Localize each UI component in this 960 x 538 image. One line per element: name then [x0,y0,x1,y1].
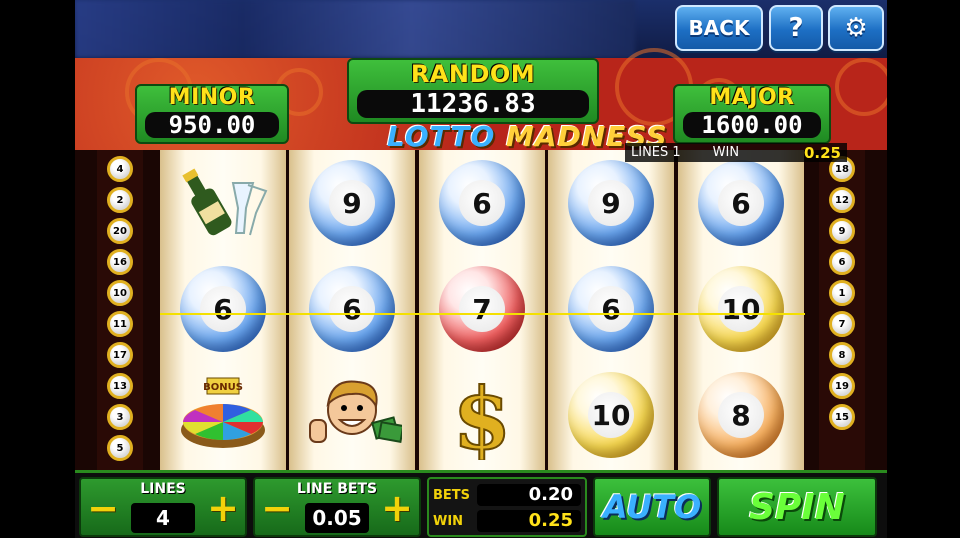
win-row: WIN 0.25 [433,509,581,533]
back-button[interactable]: BACK [675,5,763,51]
linebet-plus-button[interactable]: + [381,489,413,527]
major-jackpot-label: MAJOR [709,85,795,110]
minor-jackpot-value: 950.00 [145,112,279,138]
win-label: WIN [433,513,464,529]
line-indicator-ball: 11 [107,311,133,337]
auto-button[interactable]: AUTO [593,477,711,537]
line-indicator-ball: 7 [829,311,855,337]
slot-game: BACK ? ⚙ MINOR 950.00 RANDOM JACKPOT 112… [75,0,887,538]
lotto-ball-blue: 9 [568,160,654,246]
lotto-ball-yellow: 10 [698,266,784,352]
bet-summary: BETS 0.20 WIN 0.25 [427,477,587,537]
win-strip-value: 0.25 [803,143,841,162]
line-indicator-ball: 15 [829,404,855,430]
line-indicator-ball: 10 [107,280,133,306]
lines-minus-button[interactable]: − [87,489,119,527]
spin-button[interactable]: SPIN [717,477,877,537]
bets-row: BETS 0.20 [433,483,581,507]
blurred-banner [75,0,635,58]
ball-number: 10 [588,392,634,438]
top-bar: BACK ? ⚙ [75,0,887,58]
line-indicator-ball: 12 [829,187,855,213]
help-button[interactable]: ? [769,5,823,51]
minor-jackpot-label: MINOR [168,85,256,110]
bets-value: 0.20 [477,484,581,506]
ball-number: 6 [329,286,375,332]
line-indicator-ball: 2 [107,187,133,213]
ball-number: 6 [459,180,505,226]
lines-label: LINES [140,481,186,497]
ball-number: 7 [459,286,505,332]
ball-number: 9 [588,180,634,226]
reel-4: 9 6 10 [548,150,674,470]
lotto-ball-blue: 6 [698,160,784,246]
win-value: 0.25 [477,510,581,532]
major-jackpot-value: 1600.00 [683,112,821,138]
major-jackpot-panel: MAJOR 1600.00 [673,84,831,144]
lotto-ball-blue: 6 [439,160,525,246]
line-indicator-ball: 4 [107,156,133,182]
man-with-money-icon [297,368,407,462]
win-info-strip: LINES 1 WIN 0.25 [625,143,847,162]
line-bets-label: LINE BETS [296,481,378,497]
win-strip-label: WIN [712,145,740,160]
line-indicator-ball: 16 [107,249,133,275]
win-strip-lines: LINES 1 [631,145,681,160]
logo-part-1: LOTTO [387,120,496,153]
line-indicator-ball: 13 [107,373,133,399]
lines-panel: − LINES 4 + [79,477,247,537]
lotto-ball-red: 7 [439,266,525,352]
minor-jackpot-panel: MINOR 950.00 [135,84,289,144]
champagne-icon [168,156,278,250]
ball-number: 9 [329,180,375,226]
reel-1: 6 BONUS [160,150,286,470]
ball-number: 6 [200,286,246,332]
reel-5: 6 10 8 [678,150,804,470]
lotto-ball-orange: 8 [698,372,784,458]
line-bets-value: 0.05 [305,503,369,533]
reels-area: 4 2 20 16 10 11 17 13 3 5 18 12 9 6 1 7 8 19 15 6 BONUS 96… [75,150,887,470]
lotto-ball-blue: 6 [180,266,266,352]
linebet-minus-button[interactable]: − [261,489,293,527]
line-indicator-ball: 1 [829,280,855,306]
reel-2: 96 [289,150,415,470]
lotto-ball-blue: 9 [309,160,395,246]
lotto-ball-blue: 6 [309,266,395,352]
lotto-ball-yellow: 10 [568,372,654,458]
bets-label: BETS [433,487,471,503]
decor-bubble [835,58,887,116]
letterbox-left [0,0,75,538]
random-jackpot-value: 11236.83 [357,90,589,118]
ball-number: 10 [718,286,764,332]
ball-number: 6 [718,180,764,226]
line-indicator-ball: 9 [829,218,855,244]
line-indicator-ball: 3 [107,404,133,430]
gear-icon: ⚙ [844,13,868,43]
lines-plus-button[interactable]: + [207,489,239,527]
line-indicator-ball: 20 [107,218,133,244]
letterbox-right [887,0,960,538]
bonus-wheel-icon: BONUS [168,368,278,462]
reel-3: 6 7 $ [419,150,545,470]
lines-value: 4 [131,503,195,533]
svg-text:$: $ [453,370,511,460]
right-line-indicators: 18 12 9 6 1 7 8 19 15 [819,150,865,470]
lotto-ball-blue: 6 [568,266,654,352]
dollar-sign-icon: $ [427,368,537,462]
control-panel: − LINES 4 + − LINE BETS 0.05 + BETS 0.20… [75,470,887,538]
winning-payline [160,313,805,315]
random-jackpot-panel: RANDOM JACKPOT 11236.83 [347,58,599,124]
ball-number: 8 [718,392,764,438]
line-indicator-ball: 17 [107,342,133,368]
line-indicator-ball: 6 [829,249,855,275]
line-indicator-ball: 5 [107,435,133,461]
left-line-indicators: 4 2 20 16 10 11 17 13 3 5 [97,150,143,470]
line-indicator-ball: 8 [829,342,855,368]
ball-number: 6 [588,286,634,332]
line-bets-panel: − LINE BETS 0.05 + [253,477,421,537]
line-indicator-ball: 19 [829,373,855,399]
svg-text:BONUS: BONUS [203,382,243,393]
settings-button[interactable]: ⚙ [828,5,884,51]
